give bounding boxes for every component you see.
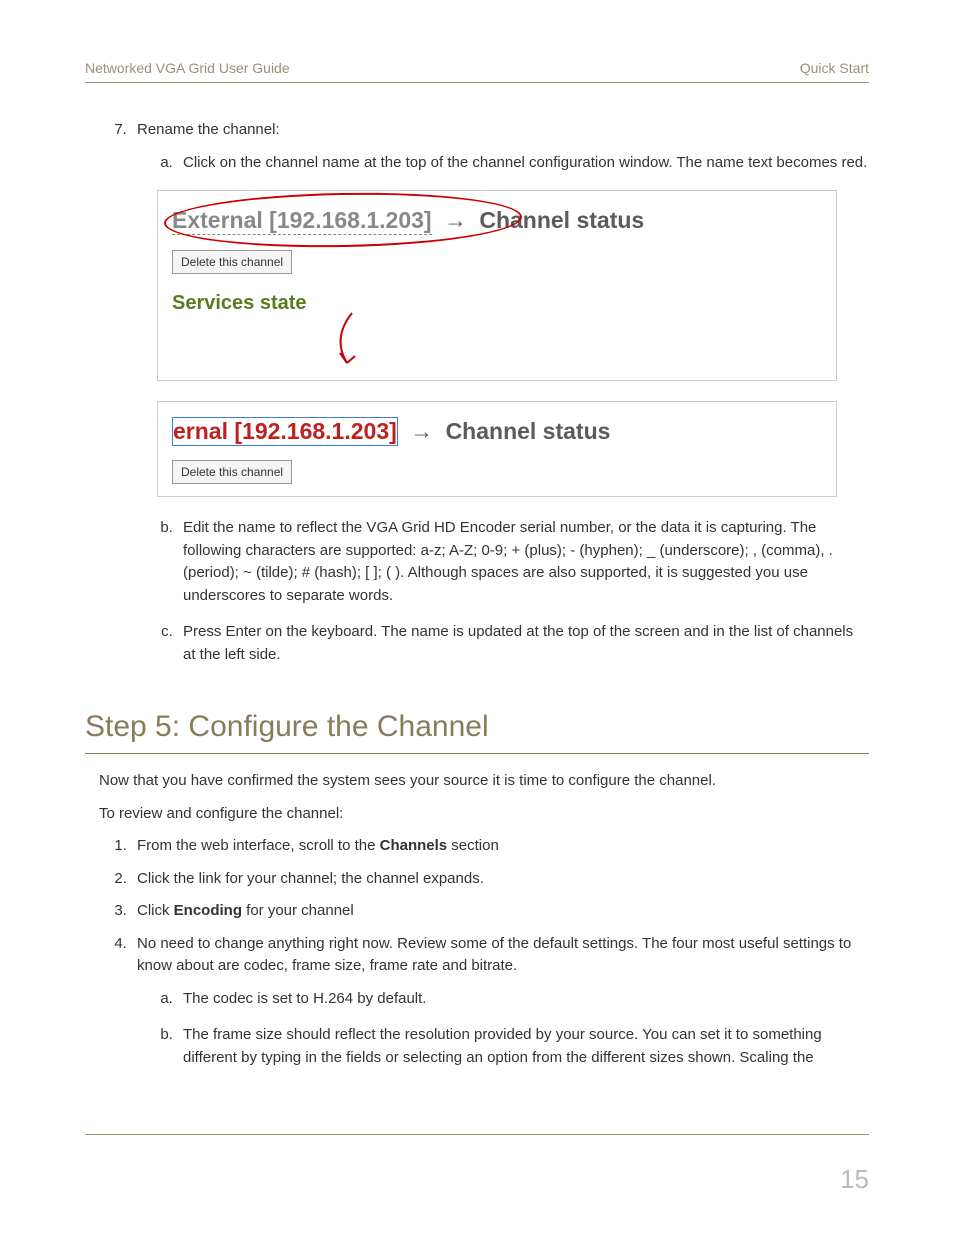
step-5-intro1: Now that you have confirmed the system s…: [99, 770, 869, 793]
figure-channel-after: ernal [192.168.1.203] → Channel status D…: [157, 401, 837, 498]
curved-arrow-icon: [322, 308, 382, 378]
channels-bold: Channels: [380, 837, 448, 854]
step-7-sublist-cont: Edit the name to reflect the VGA Grid HD…: [137, 517, 869, 666]
header-right: Quick Start: [800, 60, 869, 76]
step-7: Rename the channel: Click on the channel…: [131, 119, 869, 666]
page-header: Networked VGA Grid User Guide Quick Star…: [85, 60, 869, 83]
text: From the web interface, scroll to the: [137, 837, 380, 854]
step-7-list: Rename the channel: Click on the channel…: [85, 119, 869, 666]
step-7a: Click on the channel name at the top of …: [177, 152, 869, 175]
channel-name-link[interactable]: External [192.168.1.203]: [172, 207, 432, 235]
text: Click: [137, 902, 174, 919]
channel-status-label: Channel status: [479, 207, 644, 233]
encoding-bold: Encoding: [174, 902, 242, 919]
figure1-title-row: External [192.168.1.203] → Channel statu…: [172, 203, 822, 238]
step-5-list: From the web interface, scroll to the Ch…: [85, 835, 869, 1069]
document-page: Networked VGA Grid User Guide Quick Star…: [0, 0, 954, 1235]
step-7-title: Rename the channel:: [137, 121, 280, 138]
step-7c: Press Enter on the keyboard. The name is…: [177, 621, 869, 666]
step-7-sublist: Click on the channel name at the top of …: [137, 152, 869, 175]
header-left: Networked VGA Grid User Guide: [85, 60, 290, 76]
channel-status-label: Channel status: [446, 418, 611, 444]
delete-channel-button[interactable]: Delete this channel: [172, 250, 292, 274]
step-5-item-4a: The codec is set to H.264 by default.: [177, 988, 869, 1011]
step-5-item-1: From the web interface, scroll to the Ch…: [131, 835, 869, 858]
red-arrow-annotation: [172, 318, 822, 368]
step-5-item-3: Click Encoding for your channel: [131, 900, 869, 923]
step-5-intro2: To review and configure the channel:: [99, 803, 869, 826]
delete-channel-button[interactable]: Delete this channel: [172, 460, 292, 484]
step-5-item-4-sublist: The codec is set to H.264 by default. Th…: [137, 988, 869, 1070]
step-5-item-2: Click the link for your channel; the cha…: [131, 868, 869, 891]
text: for your channel: [242, 902, 354, 919]
step-5-item-4: No need to change anything right now. Re…: [131, 933, 869, 1070]
text: No need to change anything right now. Re…: [137, 935, 851, 975]
arrow-icon: →: [410, 418, 433, 444]
channel-name-input[interactable]: ernal [192.168.1.203]: [172, 417, 398, 446]
text: section: [447, 837, 499, 854]
footer-rule: [85, 1134, 869, 1135]
step-5-heading: Step 5: Configure the Channel: [85, 704, 869, 754]
arrow-icon: →: [444, 207, 467, 233]
page-number: 15: [840, 1164, 869, 1195]
services-state-heading: Services state: [172, 288, 822, 318]
step-5-item-4b: The frame size should reflect the resolu…: [177, 1024, 869, 1069]
figure2-title-row: ernal [192.168.1.203] → Channel status: [172, 414, 822, 449]
figure-channel-before: External [192.168.1.203] → Channel statu…: [157, 190, 837, 381]
page-content: Rename the channel: Click on the channel…: [85, 119, 869, 1069]
step-7b: Edit the name to reflect the VGA Grid HD…: [177, 517, 869, 607]
